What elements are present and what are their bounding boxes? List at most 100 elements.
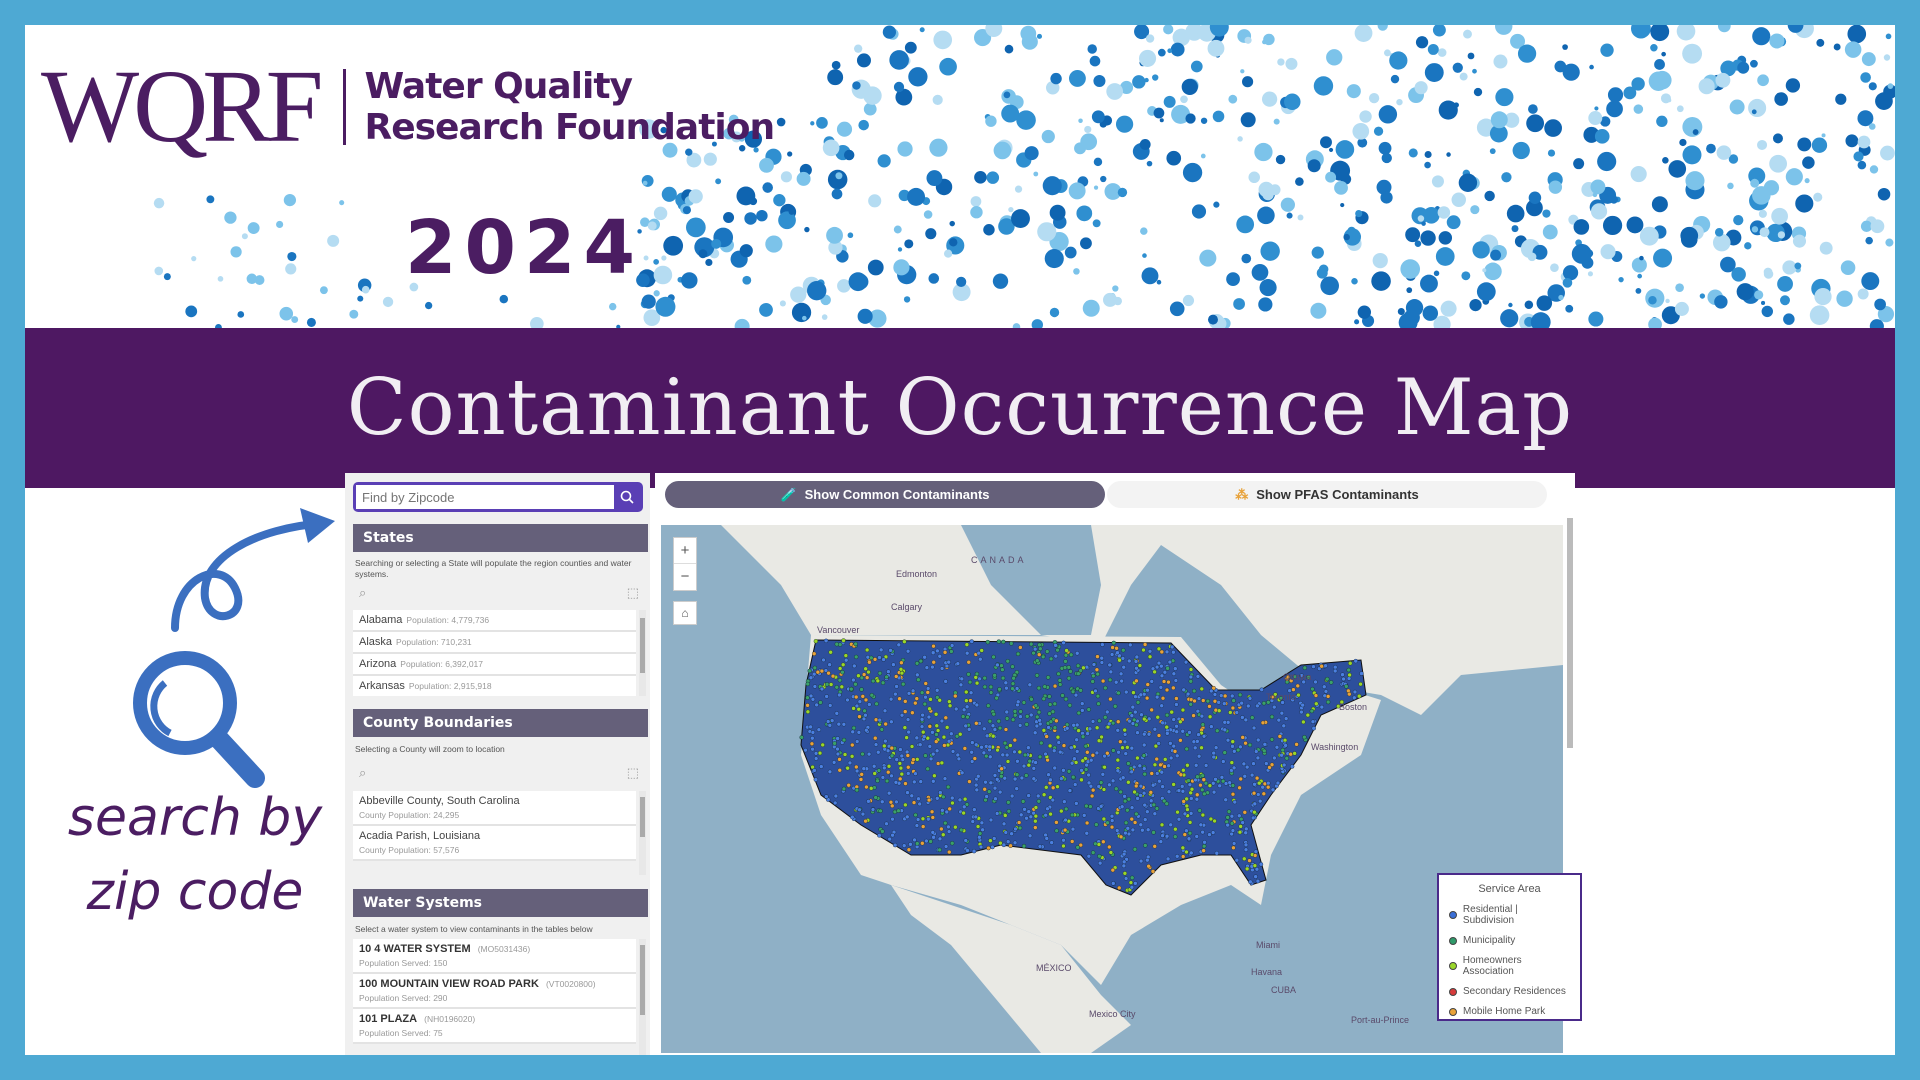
map-point [1200,722,1206,727]
decorative-dot [1286,212,1293,219]
map-point [869,693,875,698]
home-button[interactable]: ⌂ [673,601,697,625]
map-point [1142,716,1147,722]
map-point [1134,783,1139,789]
decorative-dot [1100,175,1107,183]
decorative-dot [1182,162,1203,183]
map-point [1200,812,1206,818]
map-point [1013,826,1018,832]
map-point [1068,652,1074,657]
map-point [886,790,892,796]
list-item[interactable]: Alabama Population: 4,779,736 [353,610,636,632]
legend-label: Residential | Subdivision [1462,904,1518,926]
decorative-dot [382,296,394,308]
zipcode-search [353,482,643,512]
map-point [1044,785,1049,790]
map-point [1087,726,1093,731]
map-point [974,742,979,747]
clear-selection-icon[interactable]: ⬚ [627,585,639,601]
zipcode-input[interactable] [356,485,614,509]
zipcode-search-button[interactable] [614,485,640,509]
map-point [827,769,833,774]
decorative-dot [287,251,297,262]
map-point [863,713,868,718]
map-point [819,686,825,692]
map-point [882,708,888,713]
map-point [1325,699,1331,705]
map-point [927,744,933,749]
list-item[interactable]: Abbeville County, South Carolina County P… [353,791,636,826]
map-point [1105,709,1110,715]
map-point [1080,734,1086,739]
decorative-dot [653,258,659,265]
map-point [1033,818,1038,824]
map-point [969,750,974,755]
clear-selection-icon[interactable]: ⬚ [627,765,639,781]
map-point [1133,709,1138,715]
map-point [999,663,1004,668]
decorative-dot [1139,49,1157,67]
panel-scrollbar[interactable] [1567,518,1573,748]
map-point [1064,648,1069,653]
map-point [1234,857,1240,863]
map-point [927,724,933,729]
map-point [1080,708,1085,713]
map-point [985,639,991,645]
decorative-dot [904,41,917,54]
map-point [987,789,992,794]
map-point [1252,801,1257,807]
list-item[interactable]: 100 MOUNTAIN VIEW ROAD PARK (VT0020800) P… [353,974,636,1009]
decorative-dot [1093,185,1099,190]
map-point [942,650,948,655]
decorative-dot [788,208,795,215]
map-point [1169,644,1175,650]
map-point [1058,682,1063,687]
decorative-dot [787,151,793,157]
county-scrollbar[interactable] [639,791,646,875]
tab-common-contaminants[interactable]: 🧪 Show Common Contaminants [665,481,1105,508]
map-point [1205,698,1211,704]
map-point [1088,804,1093,809]
decorative-dot [1406,287,1413,294]
map-point [943,844,949,849]
map-point [959,770,965,776]
map-point [1229,821,1235,826]
map-point [929,809,935,814]
map-point [860,694,865,699]
tab-pfas-contaminants[interactable]: ⁂ Show PFAS Contaminants [1107,481,1547,508]
map-point [915,817,921,822]
states-scrollbar[interactable] [639,610,646,696]
decorative-dot [1847,25,1867,44]
zoom-in-button[interactable]: + [674,538,696,564]
decorative-dot [1750,178,1760,188]
map-point [1107,782,1112,788]
list-item[interactable]: 10 4 WATER SYSTEM (MO5031436) Population … [353,939,636,974]
water-systems-scrollbar[interactable] [639,939,646,1055]
decorative-dot [852,81,861,90]
decorative-dot [688,189,703,204]
map-point [828,703,833,708]
map-point [1182,832,1188,837]
map-point [1032,646,1038,652]
list-item[interactable]: Acadia Parish, Louisiana County Populatio… [353,826,636,861]
map-point [939,666,945,671]
map-point [1082,813,1087,818]
map-canvas[interactable]: CANADA Edmonton Calgary Vancouver Ottawa… [661,525,1563,1053]
map-point [982,675,987,681]
map-point [978,844,984,850]
county-search-icon[interactable]: ⌕ [359,765,366,781]
map-point [1037,754,1043,760]
map-point [1201,848,1206,853]
zoom-out-button[interactable]: − [674,564,696,590]
decorative-dot [153,197,165,209]
decorative-dot [1325,171,1337,183]
states-search-icon[interactable]: ⌕ [359,585,366,601]
list-item[interactable]: 101 PLAZA (NH0196020) Population Served: … [353,1009,636,1044]
list-item[interactable]: Alaska Population: 710,231 [353,632,636,654]
map-point [1207,783,1213,788]
list-item[interactable]: Arkansas Population: 2,915,918 [353,676,636,696]
decorative-dot [1037,222,1057,242]
list-item[interactable]: Arizona Population: 6,392,017 [353,654,636,676]
map-point [934,732,939,737]
decorative-dot [1089,55,1101,67]
